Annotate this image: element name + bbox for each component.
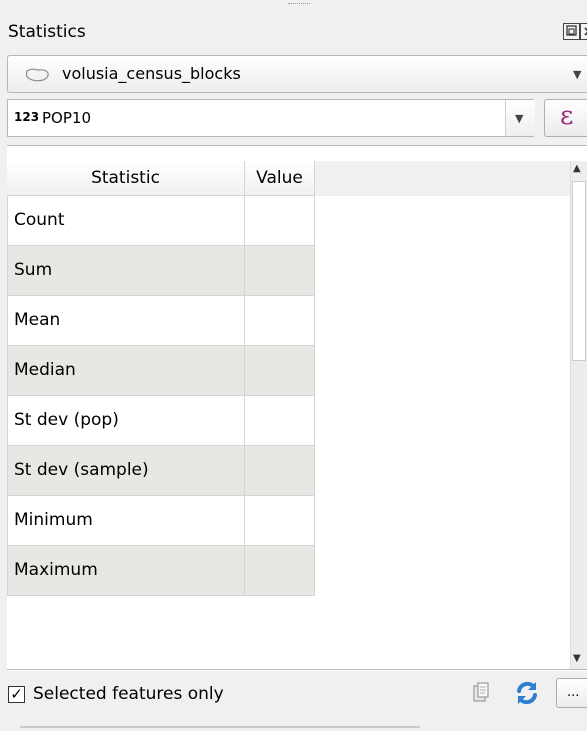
- statistic-name-cell: Minimum: [7, 496, 245, 545]
- column-header-value[interactable]: Value: [245, 161, 315, 196]
- statistic-value-cell: [245, 346, 315, 395]
- statistic-name-cell: Maximum: [7, 546, 245, 595]
- statistic-value-cell: [245, 546, 315, 595]
- selected-features-only-checkbox[interactable]: ✓: [8, 686, 25, 703]
- statistic-value-cell: [245, 396, 315, 445]
- statistic-value-cell: [245, 446, 315, 495]
- panel-title: Statistics: [8, 22, 86, 42]
- more-options-button[interactable]: ...: [556, 678, 587, 708]
- numeric-field-type-icon: 123: [14, 110, 40, 124]
- table-bottom-border: [7, 669, 587, 670]
- dock-drag-grip[interactable]: [288, 3, 310, 7]
- vertical-scrollbar[interactable]: ▲ ▼: [570, 161, 587, 669]
- close-panel-button[interactable]: [580, 23, 587, 40]
- statistic-name-cell: Median: [7, 346, 245, 395]
- table-frame: [7, 145, 587, 162]
- table-row[interactable]: Median: [7, 346, 315, 396]
- statistic-name-cell: St dev (pop): [7, 396, 245, 445]
- panel-title-bar: Statistics: [0, 14, 587, 50]
- statistic-name-cell: Sum: [7, 246, 245, 295]
- table-row[interactable]: Mean: [7, 296, 315, 346]
- field-row: 123 POP10 ▼ ε: [7, 99, 587, 139]
- refresh-icon[interactable]: [514, 680, 540, 706]
- bottom-scroll-indicator: [20, 726, 420, 728]
- table-row[interactable]: Maximum: [7, 546, 315, 596]
- table-row[interactable]: Minimum: [7, 496, 315, 546]
- scroll-down-arrow-icon[interactable]: ▼: [573, 653, 581, 664]
- close-icon: [584, 27, 587, 36]
- statistic-name-cell: Mean: [7, 296, 245, 345]
- statistic-name-cell: Count: [7, 196, 245, 245]
- chevron-down-icon: ▼: [573, 68, 582, 81]
- scrollbar-thumb[interactable]: [572, 181, 586, 361]
- statistic-value-cell: [245, 196, 315, 245]
- table-row[interactable]: St dev (pop): [7, 396, 315, 446]
- table-row[interactable]: Sum: [7, 246, 315, 296]
- float-panel-button[interactable]: [563, 23, 580, 40]
- selected-features-only-label[interactable]: Selected features only: [33, 684, 224, 704]
- expression-icon: ε: [560, 101, 574, 131]
- field-select[interactable]: 123 POP10 ▼: [7, 99, 535, 137]
- field-select-value: POP10: [42, 109, 91, 127]
- layer-select[interactable]: volusia_census_blocks ▼: [7, 55, 587, 93]
- chevron-down-icon: ▼: [515, 112, 524, 125]
- polygon-layer-icon: [25, 68, 49, 82]
- scroll-up-arrow-icon[interactable]: ▲: [573, 163, 581, 174]
- layer-select-value: volusia_census_blocks: [62, 64, 241, 83]
- field-dropdown-button[interactable]: ▼: [505, 100, 535, 136]
- column-header-statistic[interactable]: Statistic: [7, 161, 245, 196]
- expression-button[interactable]: ε: [544, 99, 587, 137]
- table-row[interactable]: St dev (sample): [7, 446, 315, 496]
- statistic-value-cell: [245, 246, 315, 295]
- statistic-value-cell: [245, 496, 315, 545]
- statistic-value-cell: [245, 296, 315, 345]
- float-icon: [566, 25, 577, 36]
- table-row[interactable]: Count: [7, 196, 315, 246]
- header-filler: [315, 161, 570, 196]
- statistic-name-cell: St dev (sample): [7, 446, 245, 495]
- copy-to-clipboard-icon[interactable]: [472, 682, 490, 704]
